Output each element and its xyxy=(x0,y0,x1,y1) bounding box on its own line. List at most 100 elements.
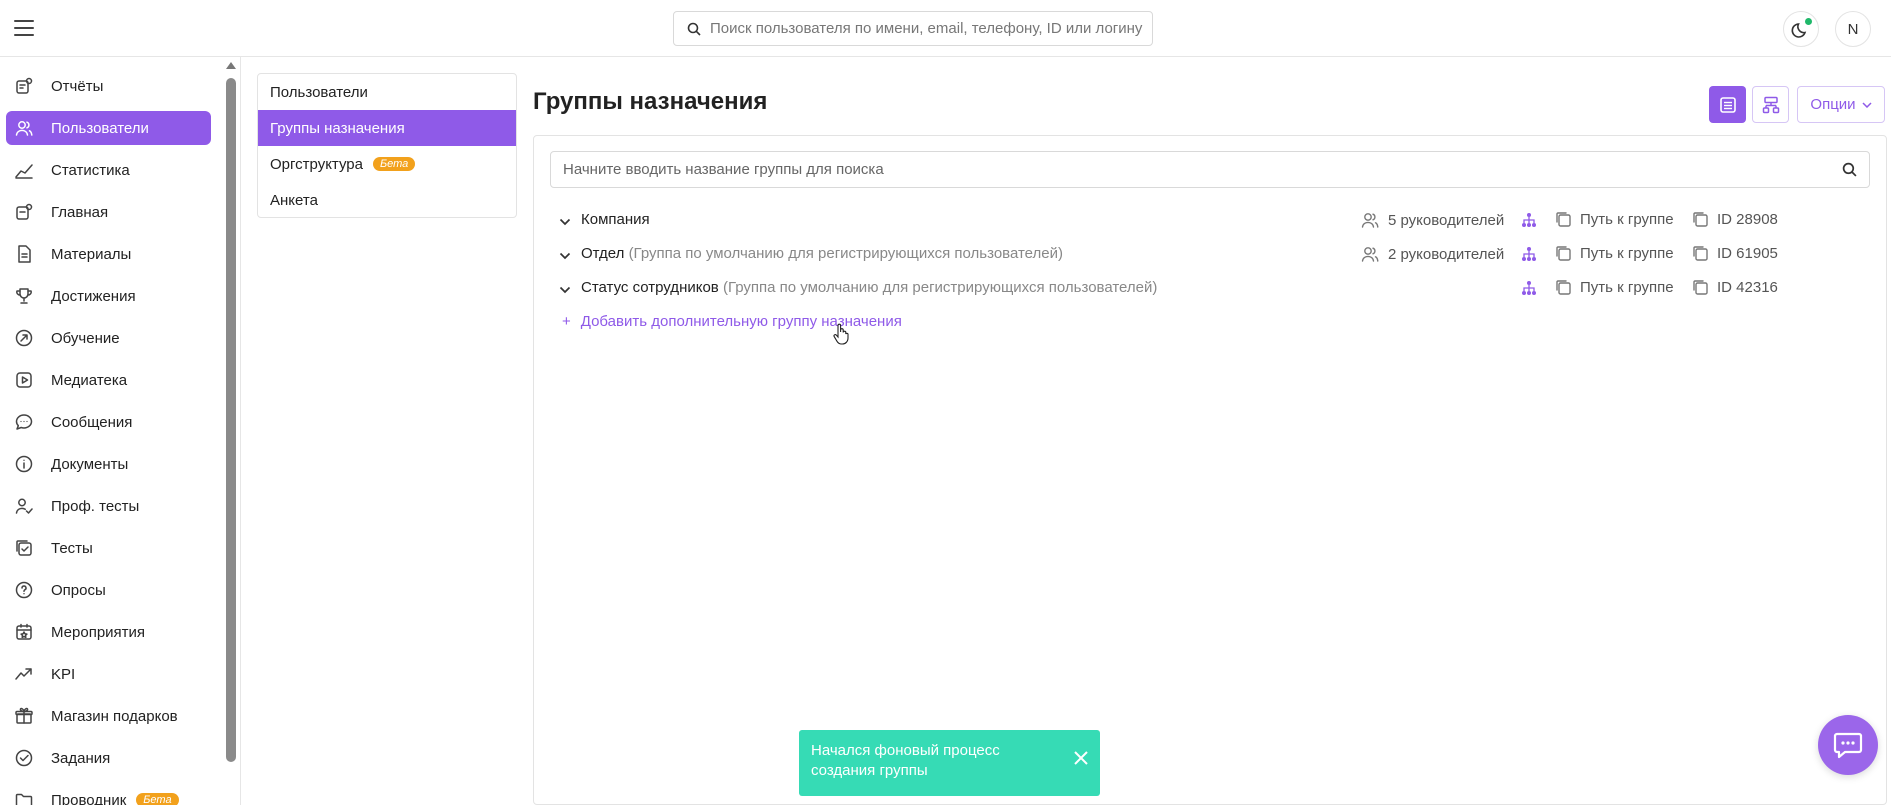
check-circle-icon xyxy=(14,748,34,768)
subnav-item-0[interactable]: Пользователи xyxy=(258,74,516,110)
sidebar-item-0[interactable]: Отчёты xyxy=(6,69,211,103)
path-label: Путь к группе xyxy=(1580,279,1674,296)
sidebar-item-6[interactable]: Обучение xyxy=(6,321,211,355)
copy-icon xyxy=(1556,212,1571,227)
copy-id-button[interactable]: ID 61905 xyxy=(1692,245,1778,262)
managers-label: 2 руководителей xyxy=(1388,245,1505,263)
beta-badge: Бета xyxy=(372,157,416,171)
org-structure-icon[interactable] xyxy=(1521,212,1537,232)
copy-icon xyxy=(1693,246,1708,261)
user-search-input[interactable]: Поиск пользователя по имени, email, теле… xyxy=(673,11,1153,46)
copy-path-button[interactable]: Путь к группе xyxy=(1555,279,1674,296)
sidebar-item-5[interactable]: Достижения xyxy=(6,279,211,313)
sidebar-item-12[interactable]: Опросы xyxy=(6,573,211,607)
group-name[interactable]: Отдел (Группа по умолчанию для регистрир… xyxy=(581,245,1063,262)
sidebar-item-4[interactable]: Материалы xyxy=(6,237,211,271)
group-title: Отдел xyxy=(581,245,625,262)
scroll-up-arrow[interactable] xyxy=(226,62,236,69)
group-row: Статус сотрудников (Группа по умолчанию … xyxy=(559,277,1879,299)
trend-icon xyxy=(14,664,34,684)
group-search-input[interactable]: Начните вводить название группы для поис… xyxy=(550,151,1870,188)
managers-count[interactable]: 5 руководителей xyxy=(1360,211,1504,229)
sidebar-item-8[interactable]: Сообщения xyxy=(6,405,211,439)
beta-badge: Бета xyxy=(136,793,179,805)
copy-id-button[interactable]: ID 28908 xyxy=(1692,211,1778,228)
subnav-item-label: Пользователи xyxy=(270,83,368,101)
sidebar-item-label: Опросы xyxy=(51,581,106,599)
add-group-link[interactable]: + Добавить дополнительную группу назначен… xyxy=(562,313,902,330)
sidebar-item-13[interactable]: Мероприятия xyxy=(6,615,211,649)
copy-icon xyxy=(1556,280,1571,295)
menu-icon[interactable] xyxy=(14,20,34,36)
learning-icon xyxy=(14,328,34,348)
sidebar-item-2[interactable]: Статистика xyxy=(6,153,211,187)
copy-path-button[interactable]: Путь к группе xyxy=(1555,211,1674,228)
copy-id-button[interactable]: ID 42316 xyxy=(1692,279,1778,296)
sidebar: Отчёты Пользователи Статистика Главная Матер… xyxy=(0,57,241,805)
test-icon xyxy=(14,538,34,558)
avatar[interactable]: N xyxy=(1835,11,1871,47)
sidebar-item-3[interactable]: Главная xyxy=(6,195,211,229)
managers-count[interactable]: 2 руководителей xyxy=(1360,245,1504,263)
sidebar-item-17[interactable]: Проводник Бета xyxy=(6,783,211,805)
subnav-item-2[interactable]: Оргструктура Бета xyxy=(258,146,516,182)
close-icon[interactable] xyxy=(1074,751,1088,771)
users-icon xyxy=(1361,213,1379,228)
sidebar-item-label: Документы xyxy=(51,455,129,473)
chevron-down-icon[interactable] xyxy=(559,281,571,298)
org-structure-icon[interactable] xyxy=(1521,246,1537,266)
sidebar-scrollbar[interactable] xyxy=(226,78,236,762)
gift-icon xyxy=(14,706,34,726)
path-label: Путь к группе xyxy=(1580,245,1674,262)
tree-view-button[interactable] xyxy=(1752,86,1789,123)
document-icon xyxy=(14,244,34,264)
toast-notification: Начался фоновый процесс создания группы xyxy=(799,730,1100,796)
subnav-item-1[interactable]: Группы назначения xyxy=(258,110,516,146)
sidebar-item-label: Главная xyxy=(51,203,109,221)
report-icon xyxy=(14,76,34,96)
sidebar-item-label: Достижения xyxy=(51,287,136,305)
chevron-down-icon[interactable] xyxy=(559,247,571,264)
groups-panel xyxy=(533,135,1887,805)
theme-toggle-button[interactable] xyxy=(1783,11,1819,47)
group-name[interactable]: Компания xyxy=(581,211,650,228)
copy-icon xyxy=(1556,246,1571,261)
subnav-item-3[interactable]: Анкета xyxy=(258,182,516,217)
plus-icon: + xyxy=(562,313,571,330)
group-id: ID 42316 xyxy=(1717,279,1778,296)
page-title: Группы назначения xyxy=(533,88,768,115)
chat-button[interactable] xyxy=(1818,715,1878,775)
sidebar-item-7[interactable]: Медиатека xyxy=(6,363,211,397)
sidebar-item-16[interactable]: Задания xyxy=(6,741,211,775)
managers-label: 5 руководителей xyxy=(1388,211,1505,229)
chart-line-icon xyxy=(14,160,34,180)
copy-path-button[interactable]: Путь к группе xyxy=(1555,245,1674,262)
group-name[interactable]: Статус сотрудников (Группа по умолчанию … xyxy=(581,279,1157,296)
sidebar-item-label: KPI xyxy=(51,665,76,683)
org-structure-icon[interactable] xyxy=(1521,280,1537,300)
group-search-placeholder: Начните вводить название группы для поис… xyxy=(563,161,884,178)
group-id: ID 28908 xyxy=(1717,211,1778,228)
sidebar-item-15[interactable]: Магазин подарков xyxy=(6,699,211,733)
calendar-icon xyxy=(14,622,34,642)
options-dropdown-button[interactable]: Опции xyxy=(1797,86,1885,123)
tree-view-icon xyxy=(1762,96,1779,113)
sidebar-item-11[interactable]: Тесты xyxy=(6,531,211,565)
list-view-icon xyxy=(1719,96,1736,113)
subnav-item-label: Анкета xyxy=(270,191,318,209)
user-search-placeholder: Поиск пользователя по имени, email, теле… xyxy=(710,20,1143,37)
users-subnav: Пользователи Группы назначения Оргструктур… xyxy=(257,73,517,218)
chat-bubble-icon xyxy=(1833,732,1863,759)
chevron-down-icon[interactable] xyxy=(559,213,571,230)
sidebar-item-14[interactable]: KPI xyxy=(6,657,211,691)
sidebar-item-10[interactable]: Проф. тесты xyxy=(6,489,211,523)
users-icon xyxy=(14,118,34,138)
chat-icon xyxy=(14,412,34,432)
sidebar-item-label: Проводник xyxy=(51,791,127,805)
group-id: ID 61905 xyxy=(1717,245,1778,262)
search-icon[interactable] xyxy=(1842,162,1857,181)
sidebar-item-1[interactable]: Пользователи xyxy=(6,111,211,145)
list-view-button[interactable] xyxy=(1709,86,1746,123)
toast-message: Начался фоновый процесс создания группы xyxy=(811,742,1000,779)
sidebar-item-9[interactable]: Документы xyxy=(6,447,211,481)
